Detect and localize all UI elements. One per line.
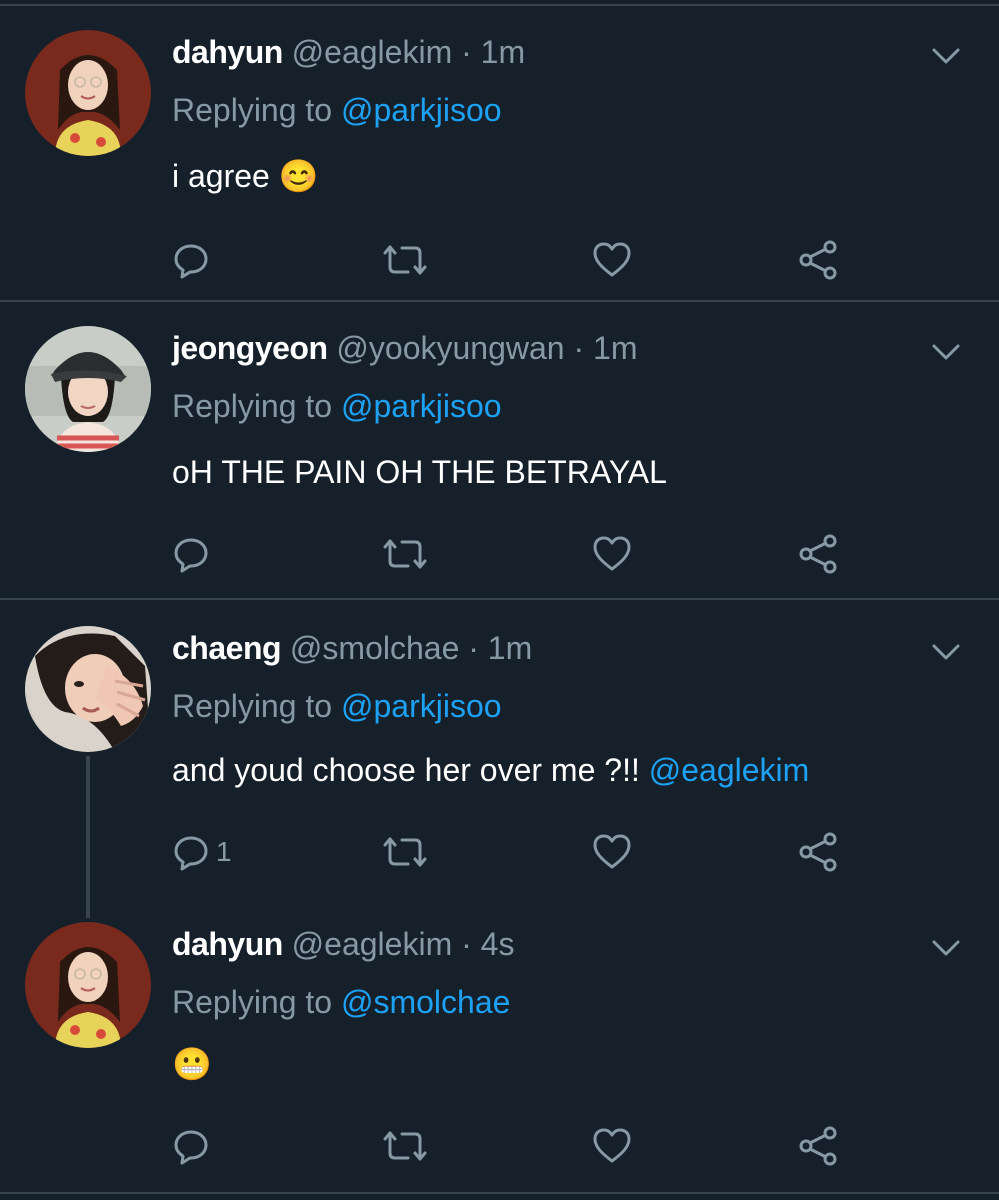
tweet-text: and youd choose her over me ?!! @eagleki… [172,750,809,790]
timestamp[interactable]: 4s [481,926,515,962]
tweet-text-content: oH THE PAIN OH THE BETRAYAL [172,454,667,490]
share-button[interactable] [798,832,838,872]
tweet-actions [172,534,872,574]
replying-to: Replying to @parkjisoo [172,686,502,726]
reply-icon [174,836,208,871]
timestamp[interactable]: 1m [593,330,637,366]
tweet-actions [172,1126,872,1166]
replying-to-link[interactable]: @parkjisoo [341,688,502,724]
share-button[interactable] [798,240,838,280]
chevron-down-icon[interactable] [930,44,962,68]
chevron-down-icon[interactable] [930,340,962,364]
replying-prefix: Replying to [172,688,333,724]
like-icon [593,242,631,277]
tweet[interactable]: dahyun @eaglekim · 1m Replying to @parkj… [0,30,999,302]
share-icon [799,534,837,574]
like-icon [593,536,631,571]
tweet-text-content: i agree [172,158,270,194]
tweet[interactable]: dahyun @eaglekim · 4s Replying to @smolc… [0,922,999,1190]
separator-dot: · [468,630,479,666]
top-divider [0,4,999,6]
separator-dot: · [461,926,472,962]
share-icon [799,240,837,280]
reply-icon [174,1130,208,1165]
replying-to-link[interactable]: @smolchae [341,984,510,1020]
grimace-emoji: 😬 [172,1046,212,1082]
retweet-button[interactable] [382,534,428,574]
like-button[interactable] [592,1126,632,1166]
tweet-header: chaeng @smolchae · 1m [172,628,532,668]
share-button[interactable] [798,1126,838,1166]
tweet[interactable]: chaeng @smolchae · 1m Replying to @parkj… [0,626,999,896]
retweet-icon [383,539,427,569]
avatar[interactable] [25,326,151,452]
retweet-icon [383,1131,427,1161]
replying-to: Replying to @smolchae [172,982,510,1022]
mention-link[interactable]: @eaglekim [649,752,810,788]
like-button[interactable] [592,534,632,574]
share-icon [799,1126,837,1166]
avatar[interactable] [25,922,151,1048]
tweet[interactable]: jeongyeon @yookyungwan · 1m Replying to … [0,326,999,600]
tweet-text: oH THE PAIN OH THE BETRAYAL [172,452,667,492]
avatar[interactable] [25,626,151,752]
user-handle[interactable]: @smolchae [290,630,459,666]
display-name[interactable]: dahyun [172,34,283,70]
like-button[interactable] [592,240,632,280]
like-icon [593,1128,631,1163]
tweet-text: i agree 😊 [172,156,319,196]
retweet-icon [383,245,427,275]
share-icon [799,832,837,872]
retweet-button[interactable] [382,240,428,280]
display-name[interactable]: jeongyeon [172,330,328,366]
like-button[interactable] [592,832,632,872]
user-handle[interactable]: @eaglekim [292,926,453,962]
tweet-actions: 1 [172,832,872,872]
reply-button[interactable] [172,534,210,574]
replying-to-link[interactable]: @parkjisoo [341,92,502,128]
reply-icon [174,538,208,573]
smile-emoji: 😊 [278,158,319,194]
chevron-down-icon[interactable] [930,640,962,664]
replying-prefix: Replying to [172,92,333,128]
user-handle[interactable]: @eaglekim [292,34,453,70]
reply-button[interactable] [172,1126,210,1166]
retweet-button[interactable] [382,1126,428,1166]
replying-to-link[interactable]: @parkjisoo [341,388,502,424]
chevron-down-icon[interactable] [930,936,962,960]
display-name[interactable]: chaeng [172,630,282,666]
timestamp[interactable]: 1m [488,630,532,666]
timestamp[interactable]: 1m [481,34,525,70]
share-button[interactable] [798,534,838,574]
bottom-divider [0,1192,999,1194]
display-name[interactable]: dahyun [172,926,283,962]
like-icon [593,834,631,869]
retweet-icon [383,837,427,867]
tweet-header: dahyun @eaglekim · 4s [172,924,514,964]
tweet-text-content: and youd choose her over me ?!! [172,752,640,788]
replying-to: Replying to @parkjisoo [172,386,502,426]
reply-button[interactable]: 1 [172,832,232,872]
tweet-text: 😬 [172,1044,212,1084]
replying-prefix: Replying to [172,984,333,1020]
reply-icon [174,244,208,279]
replying-to: Replying to @parkjisoo [172,90,502,130]
tweet-header: dahyun @eaglekim · 1m [172,32,525,72]
reply-count: 1 [216,836,232,867]
reply-button[interactable] [172,240,210,280]
separator-dot: · [461,34,472,70]
avatar[interactable] [25,30,151,156]
replying-prefix: Replying to [172,388,333,424]
user-handle[interactable]: @yookyungwan [336,330,564,366]
tweet-actions [172,240,872,280]
retweet-button[interactable] [382,832,428,872]
tweet-header: jeongyeon @yookyungwan · 1m [172,328,637,368]
separator-dot: · [573,330,585,366]
